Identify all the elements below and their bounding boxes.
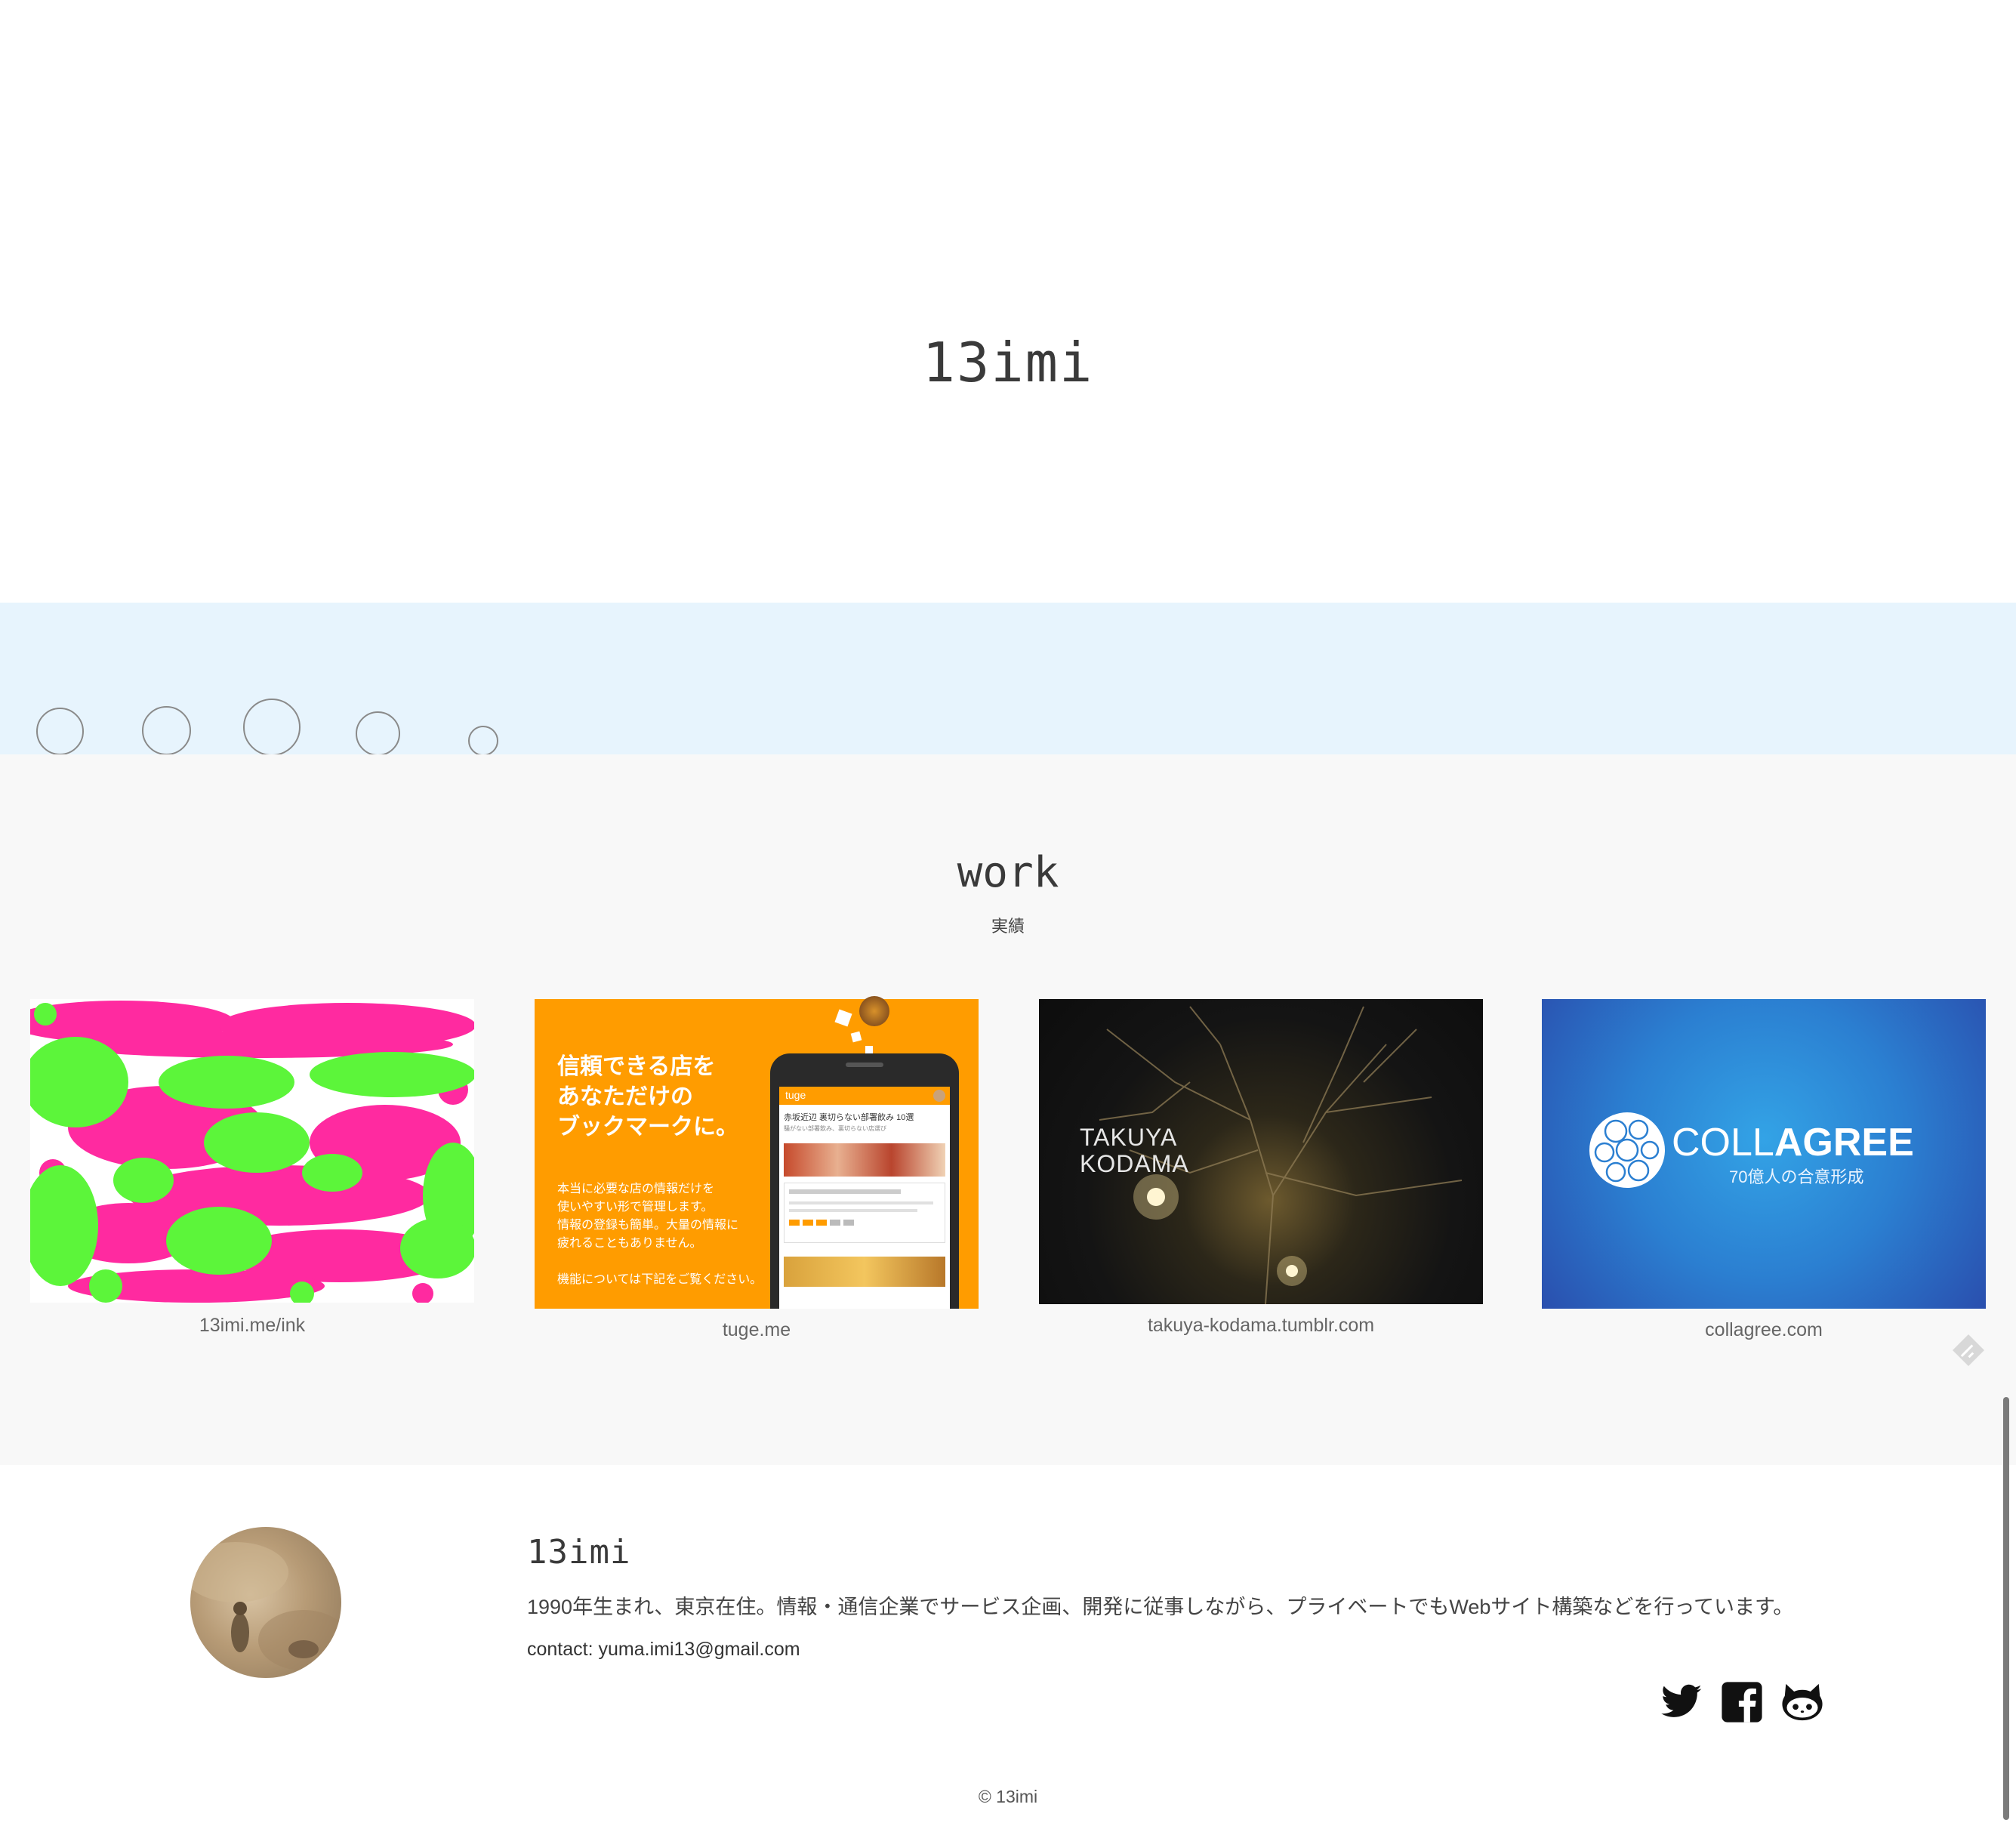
work-subtitle: 実績 [991,917,1025,936]
tuge-body-line [557,1253,769,1271]
app-list-line [789,1201,933,1204]
app-tag [843,1220,854,1226]
bubble [468,726,498,754]
bubble-band [0,603,2016,754]
profile-section: 13imi 1990年生まれ、東京在住。情報・通信企業でサービス企画、開発に従事… [0,1465,2016,1829]
bubble [36,708,84,754]
ink-thumbnail[interactable] [30,999,474,1303]
tuge-body-line: 疲れることもありません。 [557,1237,702,1250]
app-tag [803,1220,813,1226]
app-list-card [784,1183,945,1243]
collagree-tagline: 70億人の合意形成 [1729,1167,1864,1186]
app-list-line [789,1189,902,1194]
app-tags [789,1220,940,1226]
app-tag [830,1220,840,1226]
hero-section: 13imi [0,0,2016,603]
decor-square [834,1009,852,1027]
tuge-thumbnail[interactable]: 信頼できる店を あなただけの ブックマークに。 本当に必要な店の情報だけを 使い… [535,996,979,1309]
tuge-body-line: 使いやすい形で管理します。 [557,1201,714,1214]
app-tag [789,1220,800,1226]
facebook-icon[interactable] [1720,1680,1764,1724]
work-section: work 実績 13imi.me/ink 信頼できる店を あなただけの ブックマ… [0,754,2016,1465]
decor-food-icon [859,996,889,1026]
work-item-tuge[interactable]: 信頼できる店を あなただけの ブックマークに。 本当に必要な店の情報だけを 使い… [535,996,979,1346]
app-name: tuge [785,1089,806,1101]
decor-square [865,1046,873,1053]
app-food-photo [784,1143,945,1177]
overlay-line: KODAMA [1080,1150,1189,1177]
tuge-headline: 信頼できる店を あなただけの ブックマークに。 [557,1052,754,1143]
hero-title: 13imi [922,331,1094,394]
work-item-collagree[interactable]: COLLAGREE 70億人の合意形成 collagree.com [1542,999,1986,1346]
profile-contact[interactable]: contact: yuma.imi13@gmail.com [527,1639,800,1661]
bubble [142,706,191,754]
profile-description: 1990年生まれ、東京在住。情報・通信企業でサービス企画、開発に従事しながら、プ… [527,1596,1794,1618]
app-list-line [789,1209,917,1212]
tuge-body: 本当に必要な店の情報だけを 使いやすい形で管理します。 情報の登録も簡単。大量の… [557,1180,769,1289]
tuge-body-line: 機能については下記をご覧ください。 [557,1273,763,1286]
copyright: © 13imi [978,1787,1038,1806]
app-avatar-icon [933,1090,945,1102]
collagree-wordmark: COLLAGREE [1672,1120,1914,1165]
scrollbar-thumb[interactable] [2003,1397,2009,1820]
bubble [356,711,400,754]
collagree-wordmark-bold: AGREE [1774,1121,1914,1164]
collagree-thumbnail[interactable]: COLLAGREE 70億人の合意形成 [1542,999,1986,1309]
github-icon[interactable] [1780,1680,1824,1724]
phone-speaker [846,1063,883,1067]
work-item-caption[interactable]: collagree.com [1542,1319,1986,1341]
app-article-title: 赤坂近辺 裏切らない部署飲み 10選 [784,1113,914,1122]
tuge-headline-line: ブックマークに。 [557,1115,738,1140]
work-item-caption[interactable]: 13imi.me/ink [30,1315,474,1337]
avatar [190,1527,341,1678]
bubble [243,699,301,754]
phone-screen: tuge 赤坂近辺 裏切らない部署飲み 10選 騒がない部署飲み、裏切らない店選… [779,1087,950,1309]
takuya-kodama-overlay: TAKUYA KODAMA [1080,1124,1189,1177]
tuge-headline-line: 信頼できる店を [557,1054,716,1079]
app-tag [816,1220,827,1226]
work-item-ink[interactable]: 13imi.me/ink [30,999,474,1339]
overlay-line: TAKUYA [1080,1124,1178,1151]
takuya-kodama-thumbnail[interactable]: TAKUYA KODAMA [1039,999,1483,1304]
work-item-caption[interactable]: takuya-kodama.tumblr.com [1039,1315,1483,1337]
tuge-headline-line: あなただけの [557,1084,693,1109]
work-item-takuya-kodama[interactable]: TAKUYA KODAMA takuya-kodama.tumblr.com [1039,999,1483,1339]
app-article-subtitle: 騒がない部署飲み、裏切らない店選び [784,1125,886,1132]
profile-name: 13imi [527,1533,631,1571]
tuge-phone-mockup: tuge 赤坂近辺 裏切らない部署飲み 10選 騒がない部署飲み、裏切らない店選… [770,1053,959,1309]
meerkat-photo [190,1542,341,1670]
twitter-icon[interactable] [1660,1680,1703,1724]
collagree-wordmark-light: COLL [1672,1121,1774,1164]
app-header: tuge [779,1087,950,1105]
work-item-caption[interactable]: tuge.me [535,1319,979,1341]
tuge-body-line: 情報の登録も簡単。大量の情報に [557,1219,739,1232]
work-title: work [957,848,1059,897]
app-food-photo [784,1257,945,1287]
tuge-body-line: 本当に必要な店の情報だけを [557,1183,715,1195]
decor-square [850,1031,862,1043]
ink-splatter-art [30,999,474,1303]
collagree-logo-icon [1589,1112,1665,1188]
feedly-icon[interactable] [1950,1331,1987,1369]
